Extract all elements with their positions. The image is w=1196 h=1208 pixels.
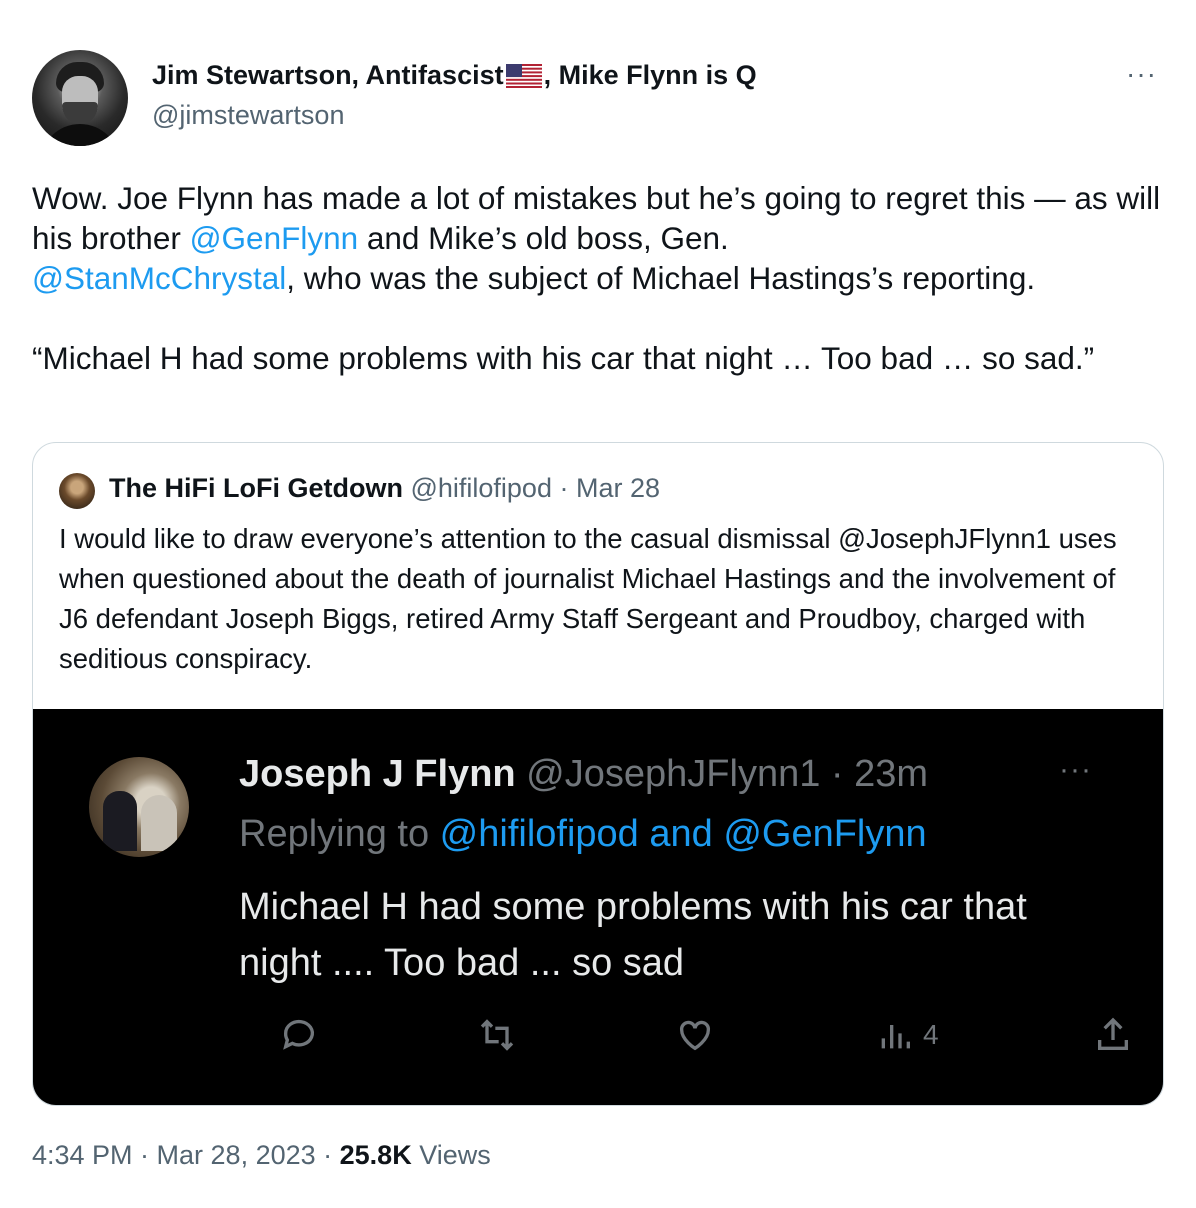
share-icon [1093, 1015, 1133, 1055]
screenshot-text: Michael H had some problems with his car… [239, 886, 1027, 984]
screenshot-author-name: Joseph J Flynn [239, 753, 516, 795]
tweet-timestamp[interactable]: 4:34 PM · Mar 28, 2023 · [32, 1140, 340, 1170]
screenshot-avatar [89, 757, 189, 857]
us-flag-icon [505, 63, 542, 88]
views-count: 25.8K [339, 1140, 412, 1170]
screenshot-views-count: 4 [923, 1019, 939, 1050]
mention-genflynn[interactable]: @GenFlynn [190, 220, 359, 256]
quoted-screenshot-image[interactable]: Joseph J Flynn @JosephJFlynn1 · 23m ··· … [33, 709, 1163, 1105]
author-avatar[interactable] [32, 50, 128, 146]
author-name-part2: , Mike Flynn is Q [543, 60, 757, 90]
tweet-meta: 4:34 PM · Mar 28, 2023 · 25.8K Views [32, 1140, 491, 1171]
quote-author-name[interactable]: The HiFi LoFi Getdown [109, 473, 403, 503]
quoted-tweet[interactable]: The HiFi LoFi Getdown @hifilofipod · Mar… [32, 442, 1164, 1106]
mention-stanmcchrystal[interactable]: @StanMcChrystal [32, 260, 286, 296]
tweet-text: Wow. Joe Flynn has made a lot of mistake… [32, 178, 1172, 378]
tweet-paragraph-1: Wow. Joe Flynn has made a lot of mistake… [32, 180, 1161, 296]
retweet-icon [477, 1015, 517, 1055]
screenshot-header: Joseph J Flynn @JosephJFlynn1 · 23m [239, 753, 928, 796]
tweet-paragraph-2: “Michael H had some problems with his ca… [32, 340, 1095, 376]
screenshot-handle-time: @JosephJFlynn1 · 23m [515, 753, 929, 795]
quote-text: I would like to draw everyone’s attentio… [59, 523, 1117, 674]
author-name-part1: Jim Stewartson, Antifascist [152, 60, 504, 90]
views-icon: 4 [875, 1015, 939, 1055]
like-icon [675, 1015, 715, 1055]
author-name[interactable]: Jim Stewartson, Antifascist , Mike Flynn… [152, 60, 757, 91]
views-label: Views [411, 1140, 491, 1170]
quote-header: The HiFi LoFi Getdown @hifilofipod · Mar… [109, 473, 660, 504]
quote-avatar[interactable] [59, 473, 95, 509]
reply-icon [279, 1015, 319, 1055]
author-handle[interactable]: @jimstewartson [152, 100, 344, 131]
screenshot-replying-to: Replying to @hifilofipod and @GenFlynn [239, 813, 927, 855]
quote-handle-date: @hifilofipod · Mar 28 [402, 473, 660, 503]
screenshot-more-icon: ··· [1059, 753, 1092, 786]
more-options-icon[interactable]: ··· [1126, 58, 1157, 90]
